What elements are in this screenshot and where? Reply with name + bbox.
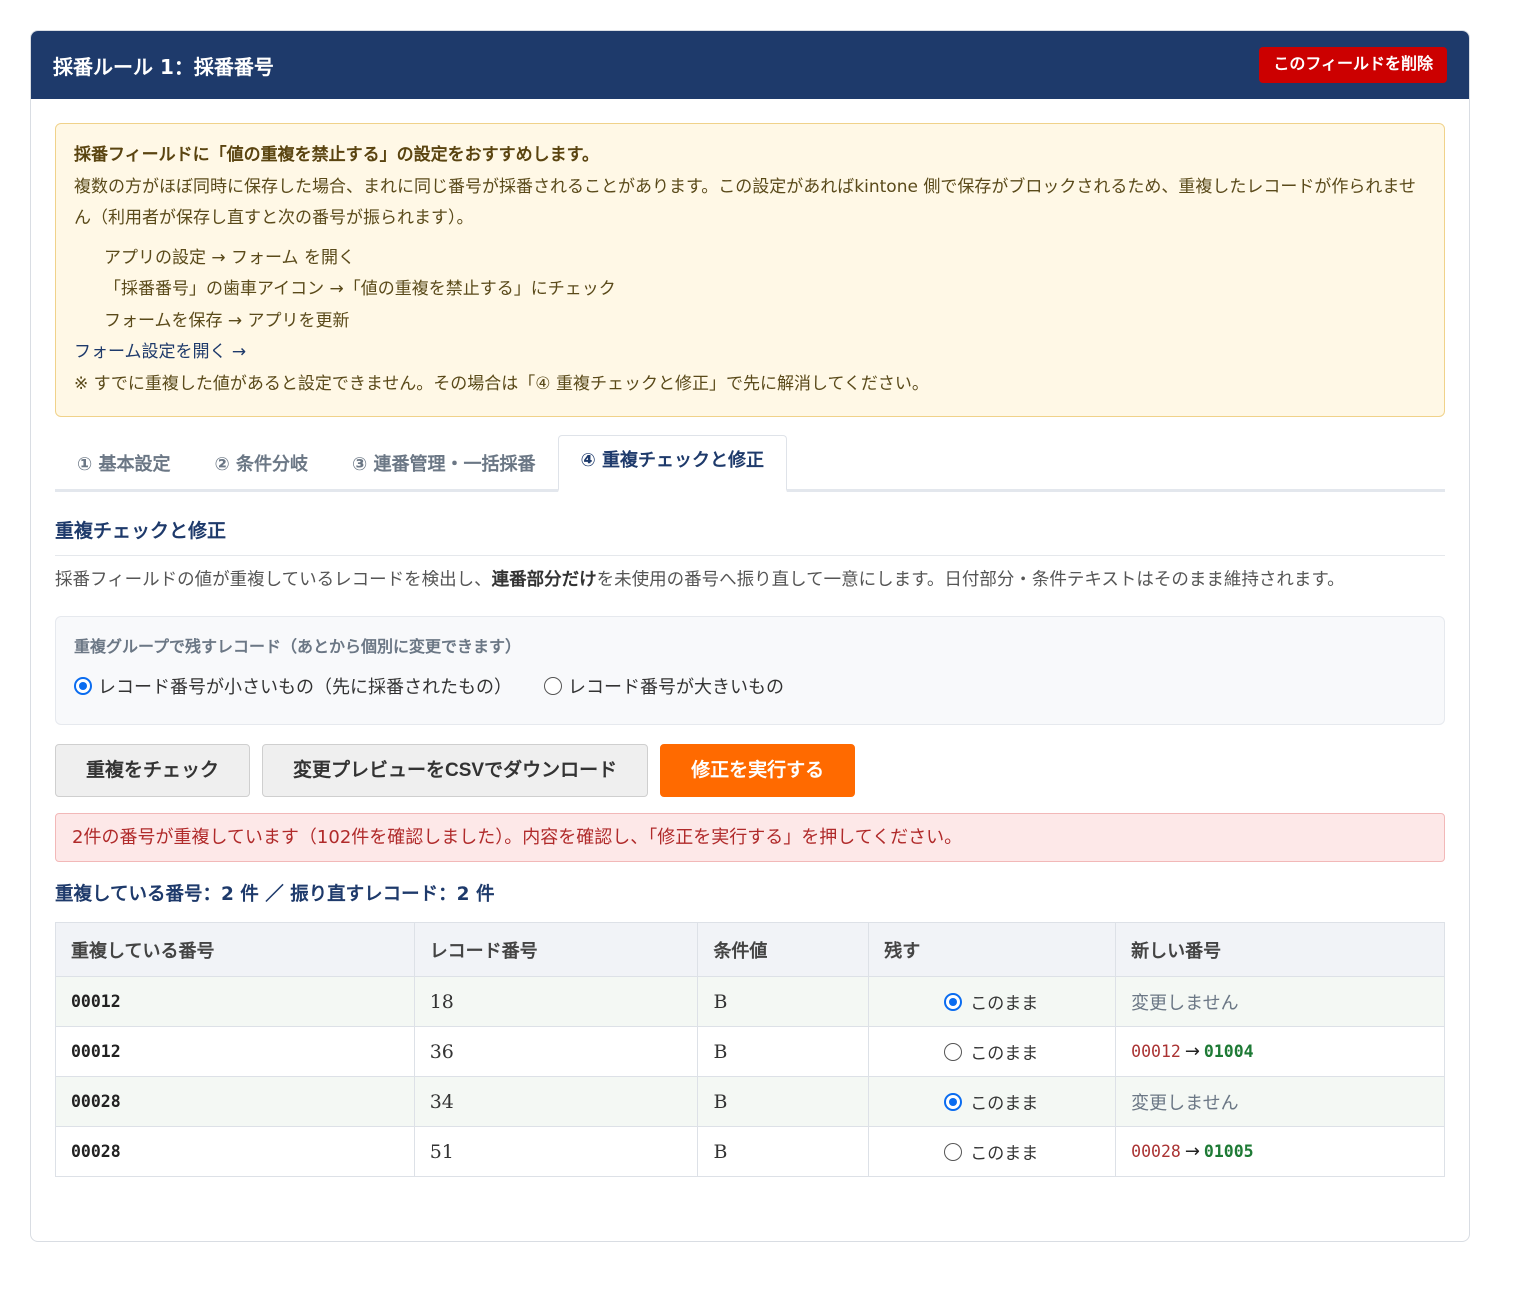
tab-duplicate-check[interactable]: ④ 重複チェックと修正 xyxy=(557,435,788,492)
open-form-settings-link[interactable]: フォーム設定を開く → xyxy=(74,337,1426,369)
keep-cell: このまま xyxy=(868,976,1117,1027)
condition-value: B xyxy=(697,1026,870,1077)
keep-smaller-option[interactable]: レコード番号が小さいもの（先に採番されたもの） xyxy=(74,673,512,699)
keep-label: このまま xyxy=(970,994,1039,1014)
delete-field-button[interactable]: このフィールドを削除 xyxy=(1259,47,1447,83)
duplicate-summary: 重複している番号：2 件 ／ 振り直すレコード：2 件 xyxy=(55,884,495,905)
keep-option-label: 重複グループで残すレコード（あとから個別に変更できます） xyxy=(74,637,522,656)
panel-content: 採番フィールドに「値の重複を禁止する」の設定をおすすめします。 複数の方がほぼ同… xyxy=(31,99,1469,1177)
radio-label: レコード番号が小さいもの（先に採番されたもの） xyxy=(98,677,512,698)
keep-larger-option[interactable]: レコード番号が大きいもの xyxy=(544,673,784,699)
keep-radio[interactable] xyxy=(944,1042,963,1061)
new-number: 01005 xyxy=(1203,1142,1254,1161)
duplicate-alert: 2件の番号が重複しています（102件を確認しました）。内容を確認し、「修正を実行… xyxy=(55,813,1445,862)
condition-value: B xyxy=(697,1126,870,1177)
section-title: 重複チェックと修正 xyxy=(55,516,1445,556)
desc-text: 採番フィールドの値が重複しているレコードを検出し、 xyxy=(55,570,492,590)
record-number: 34 xyxy=(413,1076,699,1127)
duplicate-table: 重複している番号 レコード番号 条件値 残す 新しい番号 00012 18 B … xyxy=(55,922,1445,1177)
keep-radio-checked[interactable] xyxy=(944,1092,963,1111)
new-number: 01004 xyxy=(1203,1042,1254,1061)
keep-radio-checked[interactable] xyxy=(944,992,963,1011)
radio-button-checked[interactable] xyxy=(74,677,92,695)
table-row: 00028 51 B このまま 00028 → 01005 xyxy=(55,1126,1445,1177)
column-header: レコード番号 xyxy=(413,922,699,977)
notice-step: アプリの設定 → フォーム を開く xyxy=(104,247,355,268)
no-change-text: 変更しません xyxy=(1115,1076,1445,1127)
column-header: 条件値 xyxy=(697,922,870,977)
table-header-row: 重複している番号 レコード番号 条件値 残す 新しい番号 xyxy=(55,922,1445,977)
numbering-rule-panel: 採番ルール 1：採番番号 このフィールドを削除 採番フィールドに「値の重複を禁止… xyxy=(30,30,1470,1242)
section-description: 採番フィールドの値が重複しているレコードを検出し、連番部分だけを未使用の番号へ振… xyxy=(55,566,1445,594)
table-row: 00012 36 B このまま 00012 → 01004 xyxy=(55,1026,1445,1077)
desc-emphasis: 連番部分だけ xyxy=(491,570,597,590)
notice-heading: 採番フィールドに「値の重複を禁止する」の設定をおすすめします。 xyxy=(74,145,599,165)
record-number: 18 xyxy=(413,976,699,1027)
keep-record-option-box: 重複グループで残すレコード（あとから個別に変更できます） レコード番号が小さいも… xyxy=(55,616,1445,725)
column-header: 新しい番号 xyxy=(1115,922,1445,977)
recommendation-notice: 採番フィールドに「値の重複を禁止する」の設定をおすすめします。 複数の方がほぼ同… xyxy=(55,123,1445,417)
check-duplicates-button[interactable]: 重複をチェック xyxy=(55,744,251,797)
download-csv-button[interactable]: 変更プレビューをCSVでダウンロード xyxy=(262,744,649,797)
tab-conditional-branch[interactable]: ② 条件分岐 xyxy=(193,438,331,492)
duplicate-number: 00028 xyxy=(55,1126,415,1177)
no-change-text: 変更しません xyxy=(1115,976,1445,1027)
notice-step: フォームを保存 → アプリを更新 xyxy=(104,310,350,331)
old-number: 00012 xyxy=(1131,1042,1181,1061)
notice-footnote: ※ すでに重複した値があると設定できません。その場合は「④ 重複チェックと修正」… xyxy=(74,373,929,394)
table-row: 00012 18 B このまま 変更しません xyxy=(55,976,1445,1027)
tab-sequence-management[interactable]: ③ 連番管理・一括採番 xyxy=(330,438,558,492)
keep-cell: このまま xyxy=(868,1026,1117,1077)
arrow-icon: → xyxy=(1184,1141,1200,1162)
execute-fix-button[interactable]: 修正を実行する xyxy=(660,744,856,797)
radio-button[interactable] xyxy=(544,677,562,695)
duplicate-number: 00012 xyxy=(55,1026,415,1077)
table-row: 00028 34 B このまま 変更しません xyxy=(55,1076,1445,1127)
panel-title: 採番ルール 1：採番番号 xyxy=(53,54,274,79)
column-header: 残す xyxy=(868,922,1117,977)
radio-label: レコード番号が大きいもの xyxy=(568,677,784,698)
keep-label: このまま xyxy=(970,1094,1039,1114)
tab-basic-settings[interactable]: ① 基本設定 xyxy=(55,438,193,492)
tab-bar: ① 基本設定 ② 条件分岐 ③ 連番管理・一括採番 ④ 重複チェックと修正 xyxy=(55,435,1445,492)
new-number-cell: 00028 → 01005 xyxy=(1115,1126,1445,1177)
condition-value: B xyxy=(697,976,870,1027)
duplicate-number: 00012 xyxy=(55,976,415,1027)
keep-cell: このまま xyxy=(868,1076,1117,1127)
keep-option-radio-group: レコード番号が小さいもの（先に採番されたもの） レコード番号が大きいもの xyxy=(74,673,1426,699)
new-number-cell: 00012 → 01004 xyxy=(1115,1026,1445,1077)
notice-body: 複数の方がほぼ同時に保存した場合、まれに同じ番号が採番されることがあります。この… xyxy=(74,176,1416,229)
record-number: 36 xyxy=(413,1026,699,1077)
keep-label: このまま xyxy=(970,1144,1039,1164)
duplicate-number: 00028 xyxy=(55,1076,415,1127)
action-buttons: 重複をチェック 変更プレビューをCSVでダウンロード 修正を実行する xyxy=(55,744,1445,797)
keep-cell: このまま xyxy=(868,1126,1117,1177)
old-number: 00028 xyxy=(1131,1142,1181,1161)
desc-text: を未使用の番号へ振り直して一意にします。日付部分・条件テキストはそのまま維持され… xyxy=(596,570,1345,590)
notice-step: 「採番番号」の歯車アイコン →「値の重複を禁止する」にチェック xyxy=(104,279,616,299)
keep-radio[interactable] xyxy=(944,1142,963,1161)
panel-header: 採番ルール 1：採番番号 このフィールドを削除 xyxy=(31,31,1469,99)
condition-value: B xyxy=(697,1076,870,1127)
keep-label: このまま xyxy=(970,1044,1039,1064)
record-number: 51 xyxy=(413,1126,699,1177)
arrow-icon: → xyxy=(1184,1041,1200,1062)
column-header: 重複している番号 xyxy=(55,922,415,977)
